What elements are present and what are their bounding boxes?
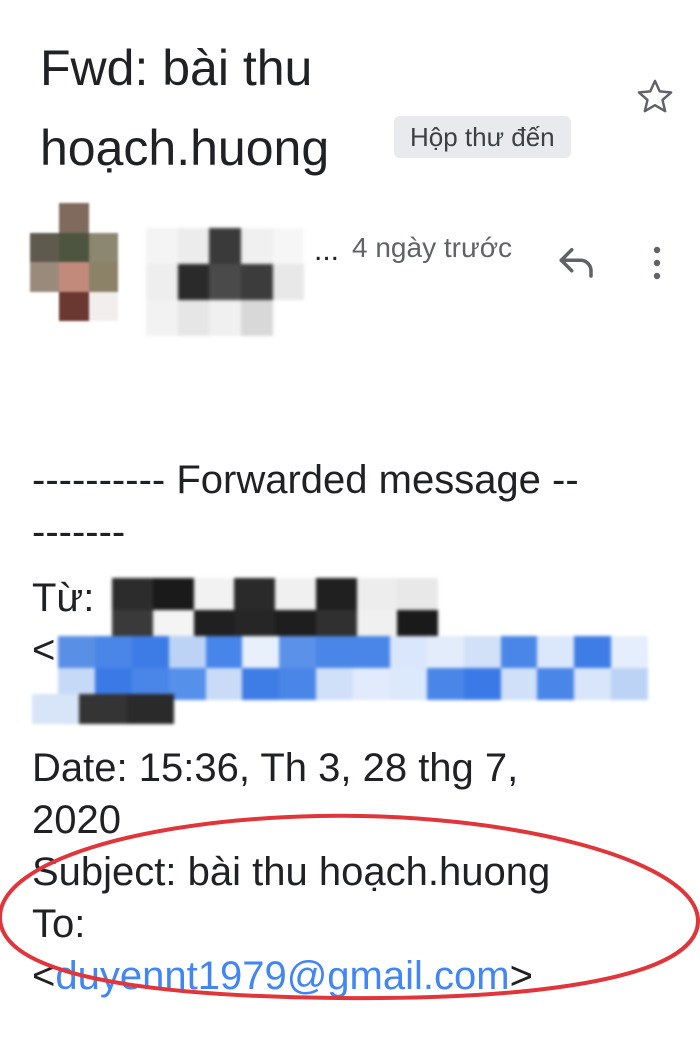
from-name-redacted: [112, 578, 438, 642]
from-label: Từ:: [32, 576, 95, 620]
forward-header-line-1: ---------- Forwarded message --: [32, 458, 579, 502]
from-email-redacted: [58, 636, 648, 700]
subject-line-1: Fwd: bài thu: [40, 40, 313, 96]
inbox-label-chip[interactable]: Hộp thư đến: [394, 116, 571, 158]
from-open-bracket: <: [32, 628, 56, 672]
more-vert-icon[interactable]: [645, 243, 669, 283]
red-annotation-oval: [0, 813, 700, 1001]
forward-header-line-2: -------: [32, 510, 126, 554]
date-line-1: Date: 15:36, Th 3, 28 thg 7,: [32, 746, 519, 790]
sender-name-redacted: [146, 228, 336, 336]
email-subject: Fwd: bài thu hoạch.huong: [40, 28, 420, 188]
sender-ellipsis: ...: [314, 234, 340, 267]
received-time: 4 ngày trước: [352, 232, 513, 263]
reply-icon[interactable]: [556, 244, 598, 280]
from-email-redacted-tail: [32, 694, 174, 724]
avatar[interactable]: [30, 203, 118, 321]
star-icon[interactable]: [634, 76, 676, 118]
subject-line-2: hoạch.huong: [40, 120, 330, 176]
